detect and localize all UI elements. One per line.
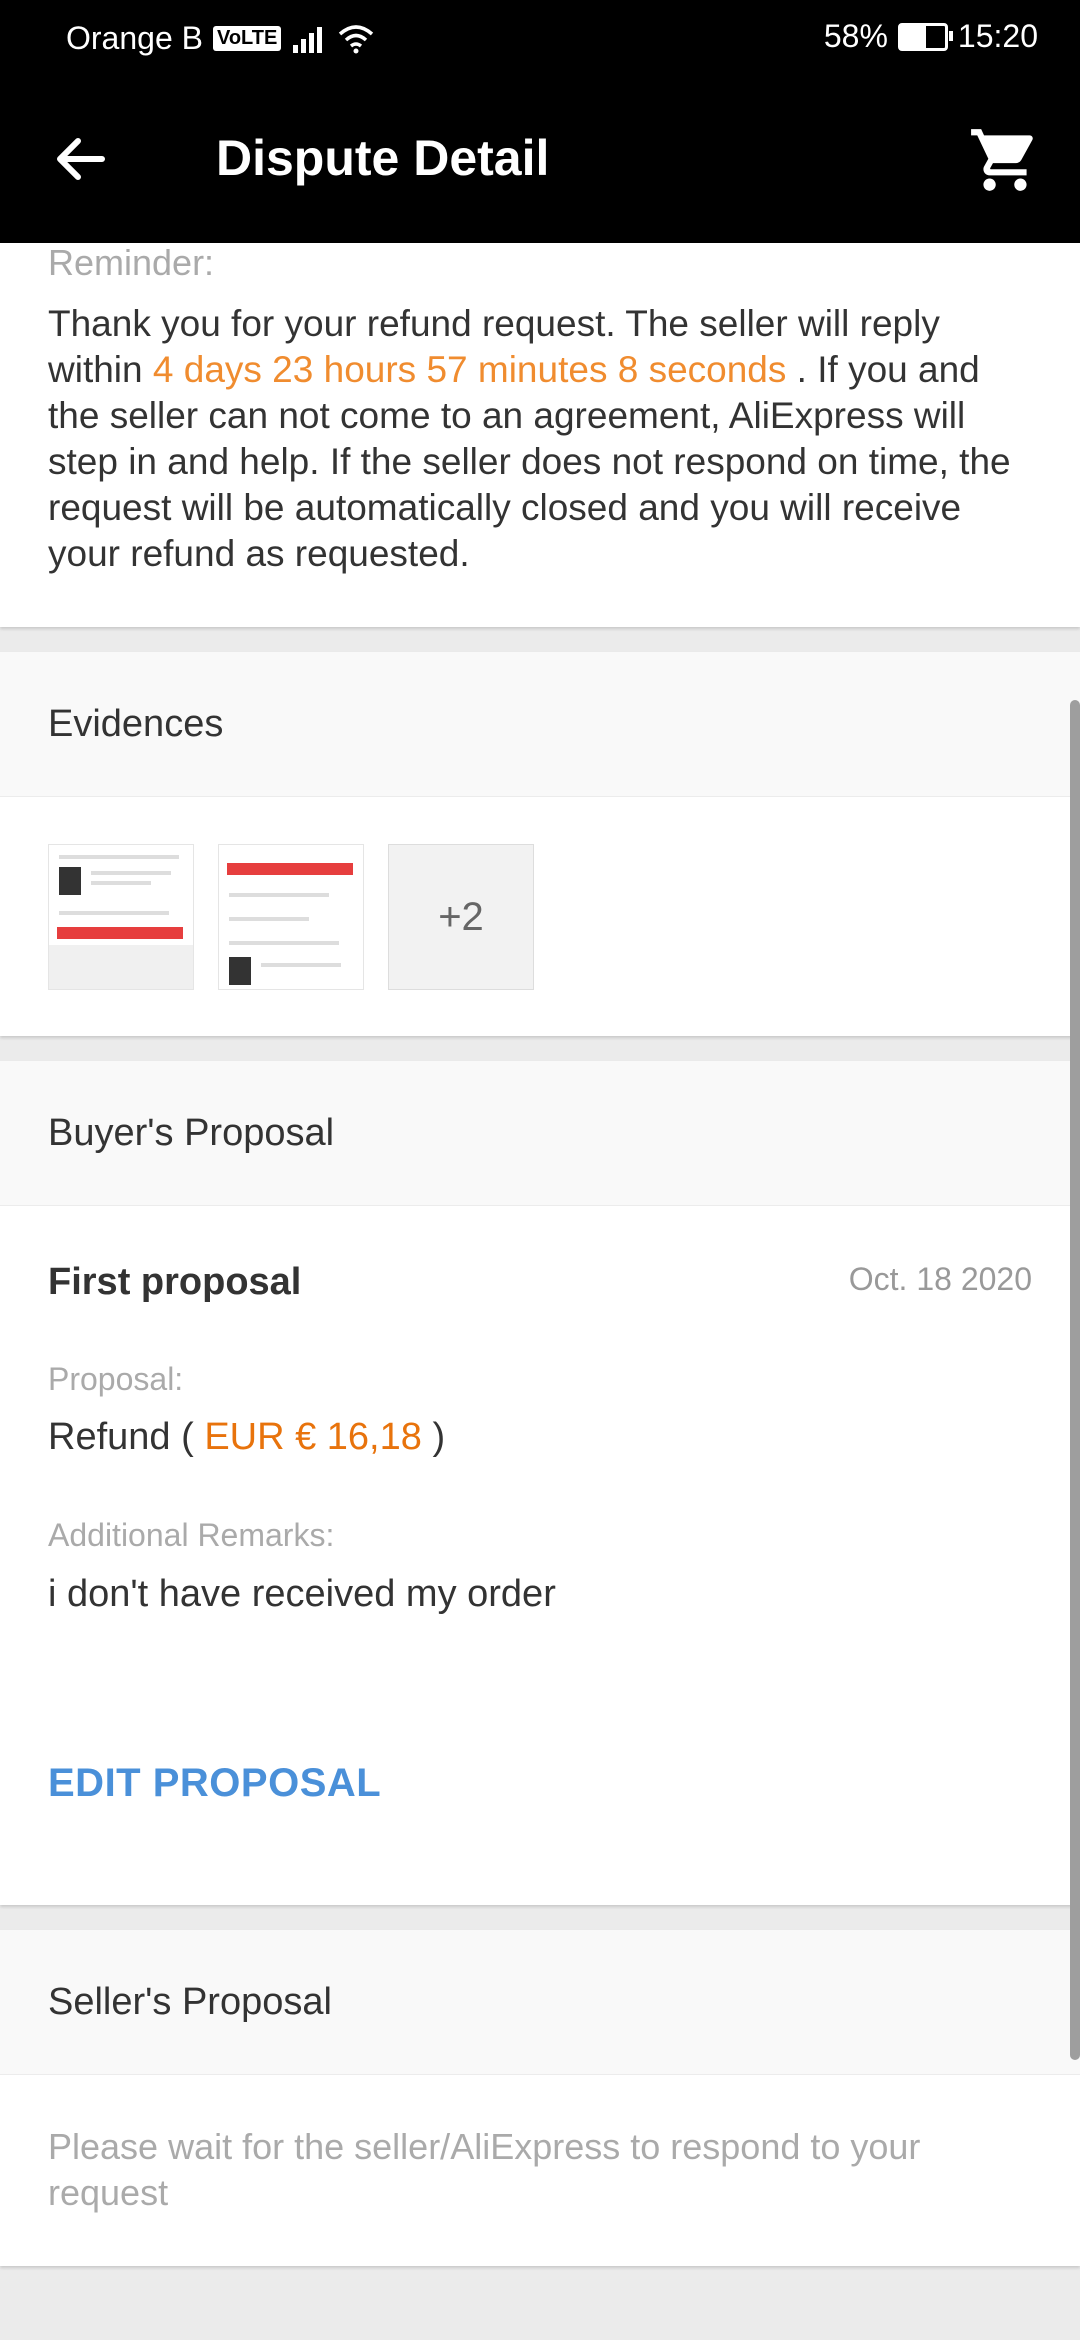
battery-percent: 58% bbox=[823, 18, 888, 54]
reply-countdown: 4 days 23 hours 57 minutes 8 seconds bbox=[152, 349, 787, 390]
status-left: Orange B VoLTE bbox=[66, 20, 375, 57]
signal-icon bbox=[293, 26, 323, 53]
edit-proposal-button[interactable]: EDIT PROPOSAL bbox=[48, 1761, 381, 1806]
buyer-proposal-card: Buyer's Proposal First proposal Oct. 18 … bbox=[0, 1061, 1080, 1905]
page-title: Dispute Detail bbox=[216, 130, 550, 186]
reminder-label: Reminder: bbox=[48, 242, 215, 283]
status-right: 58% 15:20 bbox=[824, 18, 1038, 55]
scrollbar[interactable] bbox=[1070, 700, 1080, 2060]
evidences-card: Evidences +2 bbox=[0, 652, 1080, 1036]
wifi-icon bbox=[339, 24, 374, 53]
refund-suffix: ) bbox=[421, 1416, 446, 1458]
battery-icon bbox=[897, 22, 953, 51]
proposal-date: Oct. 18 2020 bbox=[848, 1261, 1032, 1297]
proposal-label: Proposal: bbox=[48, 1361, 184, 1397]
refund-prefix: Refund ( bbox=[48, 1416, 205, 1458]
evidence-thumbnails: +2 bbox=[48, 844, 534, 990]
seller-wait-text: Please wait for the seller/AliExpress to… bbox=[48, 2126, 921, 2213]
proposal-name: First proposal bbox=[48, 1261, 302, 1303]
carrier-name: Orange B bbox=[66, 20, 203, 56]
status-bar: Orange B VoLTE 58% 15:20 bbox=[0, 0, 1080, 75]
cart-icon[interactable] bbox=[968, 123, 1042, 197]
clock: 15:20 bbox=[957, 18, 1038, 54]
proposal-value: Refund ( EUR € 16,18 ) bbox=[48, 1416, 445, 1459]
evidences-header: Evidences bbox=[0, 652, 1080, 797]
app-bar: Dispute Detail bbox=[0, 75, 1080, 243]
battery-level bbox=[900, 25, 927, 48]
reminder-text: Thank you for your refund request. The s… bbox=[48, 301, 1033, 577]
remarks-text: i don't have received my order bbox=[48, 1573, 556, 1615]
volte-badge: VoLTE bbox=[212, 26, 282, 51]
seller-proposal-header: Seller's Proposal bbox=[0, 1930, 1080, 2075]
back-arrow-icon[interactable] bbox=[48, 127, 112, 191]
buyer-proposal-header: Buyer's Proposal bbox=[0, 1061, 1080, 1206]
reminder-card: Reminder: Thank you for your refund requ… bbox=[0, 243, 1080, 627]
more-evidences-button[interactable]: +2 bbox=[388, 844, 534, 990]
evidence-thumbnail[interactable] bbox=[48, 844, 194, 990]
refund-amount: EUR € 16,18 bbox=[204, 1416, 422, 1458]
remarks-label: Additional Remarks: bbox=[48, 1517, 335, 1553]
evidence-thumbnail[interactable] bbox=[218, 844, 364, 990]
seller-proposal-card: Seller's Proposal Please wait for the se… bbox=[0, 1930, 1080, 2266]
